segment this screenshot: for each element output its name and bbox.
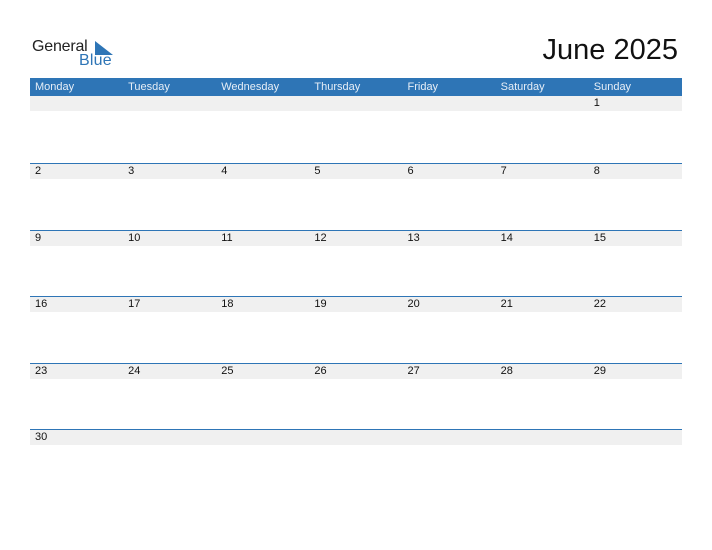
day-cell: [309, 96, 402, 111]
day-number-row: 16 17 18 19 20 21 22: [30, 297, 682, 313]
day-cell: 23: [35, 364, 48, 377]
day-cell: 22: [593, 298, 606, 311]
logo: General Blue: [32, 37, 122, 71]
day-cell: 18: [221, 298, 234, 311]
day-cell: 13: [407, 231, 420, 244]
day-cell: 5: [314, 165, 321, 177]
day-cell: 21: [500, 298, 513, 311]
day-cell: [403, 430, 496, 445]
day-cell: 17: [128, 298, 141, 311]
day-cell: 28: [500, 364, 513, 377]
day-cell: [496, 430, 589, 445]
weekday-tuesday: Tuesday: [128, 81, 170, 93]
day-cell: [309, 430, 402, 445]
day-cell: 12: [314, 231, 327, 244]
weekday-wednesday: Wednesday: [221, 81, 280, 93]
logo-text-blue: Blue: [79, 52, 112, 69]
day-cell: 15: [593, 231, 606, 244]
day-cell: 6: [407, 165, 414, 177]
day-cell: 29: [593, 364, 606, 377]
week-row: 9 10 11 12 13 14 15: [30, 229, 682, 297]
day-number-row: 1: [30, 96, 682, 111]
day-cell: [496, 96, 589, 111]
day-cell: 1: [593, 97, 600, 109]
day-number-row: 9 10 11 12 13 14 15: [30, 230, 682, 246]
weekday-saturday: Saturday: [500, 81, 545, 93]
day-cell: [403, 96, 496, 111]
day-cell: 27: [407, 364, 420, 377]
day-cell: 24: [128, 364, 141, 377]
weekday-monday: Monday: [35, 81, 75, 93]
day-cell: 25: [221, 364, 234, 377]
day-cell: [589, 430, 682, 445]
day-cell: 16: [35, 298, 48, 311]
weekday-header: Monday Tuesday Wednesday Thursday Friday…: [30, 78, 682, 96]
day-cell: [30, 96, 123, 111]
day-cell: 3: [128, 165, 135, 177]
weekday-sunday: Sunday: [593, 81, 632, 93]
week-row: 1: [30, 96, 682, 163]
week-row: 23 24 25 26 27 28 29: [30, 362, 682, 430]
day-cell: 7: [500, 165, 507, 177]
day-cell: [123, 96, 216, 111]
day-number-row: 23 24 25 26 27 28 29: [30, 363, 682, 379]
day-cell: 11: [221, 231, 233, 244]
day-cell: 14: [500, 231, 513, 244]
day-cell: 2: [35, 165, 42, 177]
day-cell: 30: [35, 431, 48, 444]
calendar-grid: Monday Tuesday Wednesday Thursday Friday…: [30, 78, 682, 496]
day-cell: 19: [314, 298, 327, 311]
day-cell: [216, 96, 309, 111]
page-title: June 2025: [542, 34, 678, 66]
day-number-row: 2 3 4 5 6 7 8: [30, 164, 682, 179]
day-cell: 8: [593, 165, 600, 177]
weekday-thursday: Thursday: [314, 81, 361, 93]
week-row: 2 3 4 5 6 7 8: [30, 163, 682, 230]
day-cell: 10: [128, 231, 141, 244]
day-cell: 4: [221, 165, 228, 177]
day-cell: [216, 430, 309, 445]
weekday-friday: Friday: [407, 81, 439, 93]
day-cell: 26: [314, 364, 327, 377]
day-number-row: 30: [30, 430, 682, 446]
day-cell: [123, 430, 216, 445]
day-cell: 9: [35, 231, 42, 244]
week-row: 30: [30, 429, 682, 496]
week-row: 16 17 18 19 20 21 22: [30, 296, 682, 363]
day-cell: 20: [407, 298, 420, 311]
